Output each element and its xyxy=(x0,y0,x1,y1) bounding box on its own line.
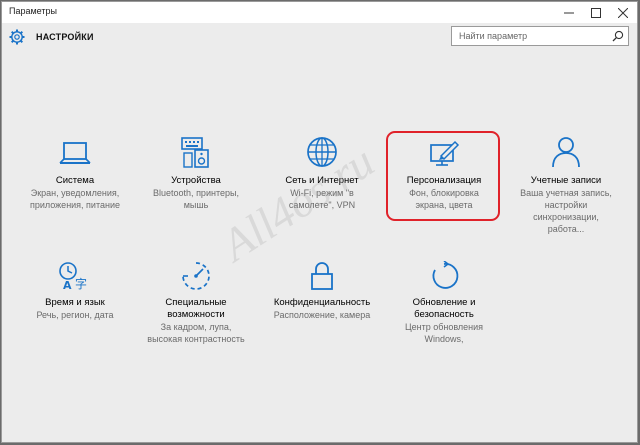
tile-accounts-title: Учетные записи xyxy=(530,175,602,186)
tile-privacy-desc-1: Расположение, камера xyxy=(273,310,371,320)
tile-accessibility-desc-1: За кадром, лупа, xyxy=(160,322,232,332)
settings-window: Параметры НАСТРОЙКИ Найти параметр Систе… xyxy=(1,1,638,443)
window-title: Параметры xyxy=(9,6,57,16)
tile-time-language-title: Время и язык xyxy=(45,297,105,308)
user-icon xyxy=(552,137,580,168)
settings-header: НАСТРОЙКИ Найти параметр xyxy=(2,23,637,63)
maximize-button[interactable] xyxy=(582,2,610,23)
maximize-icon xyxy=(591,7,601,18)
gear-icon xyxy=(9,29,25,45)
tile-accounts-desc-3: синхронизации, xyxy=(533,212,599,222)
devices-icon xyxy=(181,137,209,168)
tile-time-language-desc-1: Речь, регион, дата xyxy=(36,310,114,320)
search-input[interactable]: Найти параметр xyxy=(451,26,629,46)
tile-system[interactable]: Система Экран, уведомления, приложения, … xyxy=(15,139,135,211)
page-title: НАСТРОЙКИ xyxy=(36,32,94,42)
tile-accounts-desc-1: Ваша учетная запись, xyxy=(520,188,612,198)
tile-update-desc-1: Центр обновления xyxy=(404,322,484,332)
search-placeholder: Найти параметр xyxy=(459,31,528,41)
tile-system-desc-2: приложения, питание xyxy=(30,200,120,210)
tile-time-language[interactable]: A 字 Время и язык Речь, регион, дата xyxy=(15,261,135,321)
tile-accounts-desc-2: настройки xyxy=(544,200,588,210)
title-bar: Параметры xyxy=(2,2,637,23)
close-icon xyxy=(618,7,628,18)
tile-accounts-desc-4: работа... xyxy=(547,224,585,234)
tile-devices-desc-1: Bluetooth, принтеры, xyxy=(153,188,239,198)
lock-icon xyxy=(311,262,333,290)
close-button[interactable] xyxy=(609,2,637,23)
minimize-icon xyxy=(564,12,574,13)
time-language-icon: A 字 xyxy=(59,262,87,291)
svg-text:字: 字 xyxy=(75,276,87,291)
tile-accounts[interactable]: Учетные записи Ваша учетная запись, наст… xyxy=(506,135,626,235)
laptop-icon xyxy=(59,142,91,164)
tile-update-security[interactable]: Обновление и безопасность Центр обновлен… xyxy=(384,261,504,345)
tile-accessibility-title-2: возможности xyxy=(167,309,225,320)
search-icon[interactable] xyxy=(612,30,624,42)
highlight-frame xyxy=(386,131,500,221)
accessibility-icon xyxy=(182,262,210,290)
tile-system-desc-1: Экран, уведомления, xyxy=(30,188,120,198)
tile-accessibility-title-1: Специальные xyxy=(165,297,227,308)
tile-update-title-2: безопасность xyxy=(414,309,474,320)
tile-accessibility-desc-2: высокая контрастность xyxy=(147,334,245,344)
tile-update-title-1: Обновление и xyxy=(412,297,476,308)
tile-devices[interactable]: Устройства Bluetooth, принтеры, мышь xyxy=(136,135,256,211)
update-icon xyxy=(432,261,459,289)
tile-accessibility[interactable]: Специальные возможности За кадром, лупа,… xyxy=(136,261,256,345)
tile-privacy-title: Конфиденциальность xyxy=(273,297,371,308)
minimize-button[interactable] xyxy=(555,2,583,23)
svg-text:A: A xyxy=(63,279,72,291)
tile-devices-title: Устройства xyxy=(171,175,221,186)
tile-system-title: Система xyxy=(55,175,95,186)
tile-update-desc-2: Windows, xyxy=(424,334,464,344)
tile-privacy[interactable]: Конфиденциальность Расположение, камера xyxy=(262,261,382,321)
